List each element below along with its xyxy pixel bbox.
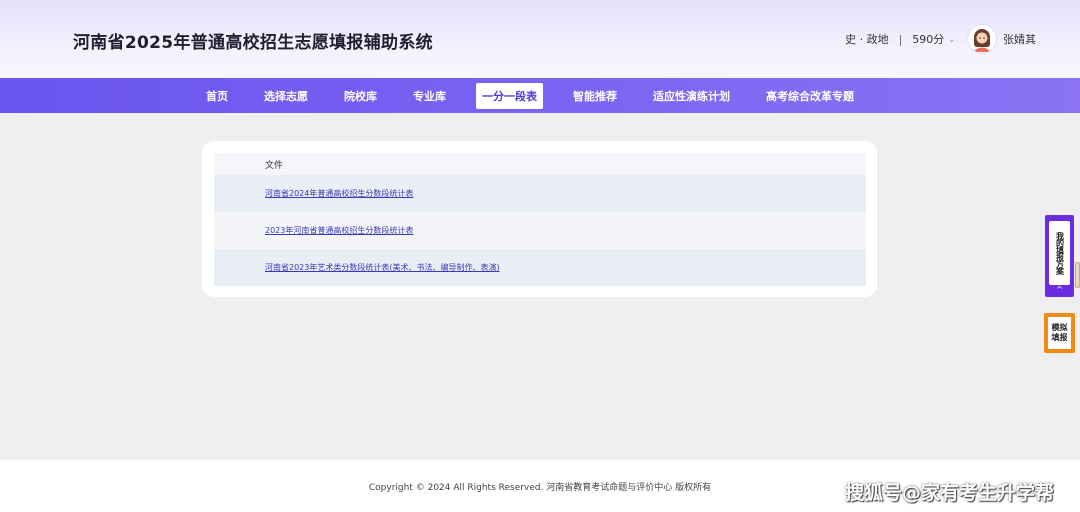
user-name[interactable]: 张婧其 [1003, 31, 1036, 47]
user-avatar-icon[interactable] [967, 24, 997, 54]
nav-item[interactable]: 首页 [200, 83, 234, 109]
mock-fill-label-box: 模拟 填报 [1048, 317, 1071, 349]
table-row: 2023年河南省普通高校招生分数段统计表 [214, 212, 866, 249]
nav-item[interactable]: 选择志愿 [258, 83, 314, 109]
chevron-down-icon[interactable]: ⌄ [948, 35, 955, 44]
chevron-up-icon[interactable]: ^ [1045, 285, 1074, 294]
files-card: 文件 河南省2024年普通高校招生分数段统计表 2023年河南省普通高校招生分数段… [202, 141, 877, 297]
file-link[interactable]: 河南省2024年普通高校招生分数段统计表 [265, 188, 413, 199]
separator: | [898, 32, 903, 46]
file-link[interactable]: 河南省2023年艺术类分数段统计表(美术、书法、编导制作、表演) [265, 262, 500, 273]
nav-item[interactable]: 专业库 [407, 83, 452, 109]
user-area: 史 · 政地 | 590分 ⌄ 张婧其 [845, 22, 1036, 56]
page-footer: Copyright © 2024 All Rights Reserved. 河南… [0, 460, 1080, 512]
table-row: 河南省2024年普通高校招生分数段统计表 [214, 175, 866, 212]
mock-fill-label-1: 模拟 [1051, 323, 1068, 332]
column-header-file: 文件 [265, 160, 284, 171]
my-plan-label-box: 我的填报方案 [1049, 221, 1070, 285]
nav-item[interactable]: 一分一段表 [476, 82, 543, 109]
main-nav: 首页 选择志愿 院校库 专业库 一分一段表 智能推荐 适应性演练计划 高考综合改革专题 [0, 78, 1080, 113]
file-rows: 河南省2024年普通高校招生分数段统计表 2023年河南省普通高校招生分数段统计表… [214, 175, 866, 286]
page-header: 河南省2025年普通高校招生志愿填报辅助系统 史 · 政地 | 590分 ⌄ 张… [0, 0, 1080, 78]
table-row: 河南省2023年艺术类分数段统计表(美术、书法、编导制作、表演) [214, 249, 866, 286]
mock-fill-tab[interactable]: 模拟 填报 [1044, 313, 1075, 353]
subjects-label[interactable]: 史 · 政地 [845, 31, 889, 47]
files-table: 文件 河南省2024年普通高校招生分数段统计表 2023年河南省普通高校招生分数段… [214, 153, 866, 286]
nav-item[interactable]: 高考综合改革专题 [760, 83, 860, 109]
table-header: 文件 [214, 153, 866, 175]
site-title: 河南省2025年普通高校招生志愿填报辅助系统 [73, 33, 433, 53]
mock-fill-label-2: 填报 [1051, 333, 1068, 342]
my-plan-label: 我的填报方案 [1055, 232, 1065, 274]
nav-items: 首页 选择志愿 院校库 专业库 一分一段表 智能推荐 适应性演练计划 高考综合改革专题 [200, 78, 884, 113]
score-label[interactable]: 590分 [912, 31, 944, 47]
scroll-handle[interactable] [1075, 262, 1080, 288]
watermark: 搜狐号@家有考生升学帮 [844, 482, 1054, 504]
nav-item[interactable]: 院校库 [338, 83, 383, 109]
my-plan-tab[interactable]: 我的填报方案 ^ [1045, 215, 1074, 297]
nav-item[interactable]: 适应性演练计划 [647, 83, 736, 109]
nav-item[interactable]: 智能推荐 [567, 83, 623, 109]
file-link[interactable]: 2023年河南省普通高校招生分数段统计表 [265, 225, 413, 236]
